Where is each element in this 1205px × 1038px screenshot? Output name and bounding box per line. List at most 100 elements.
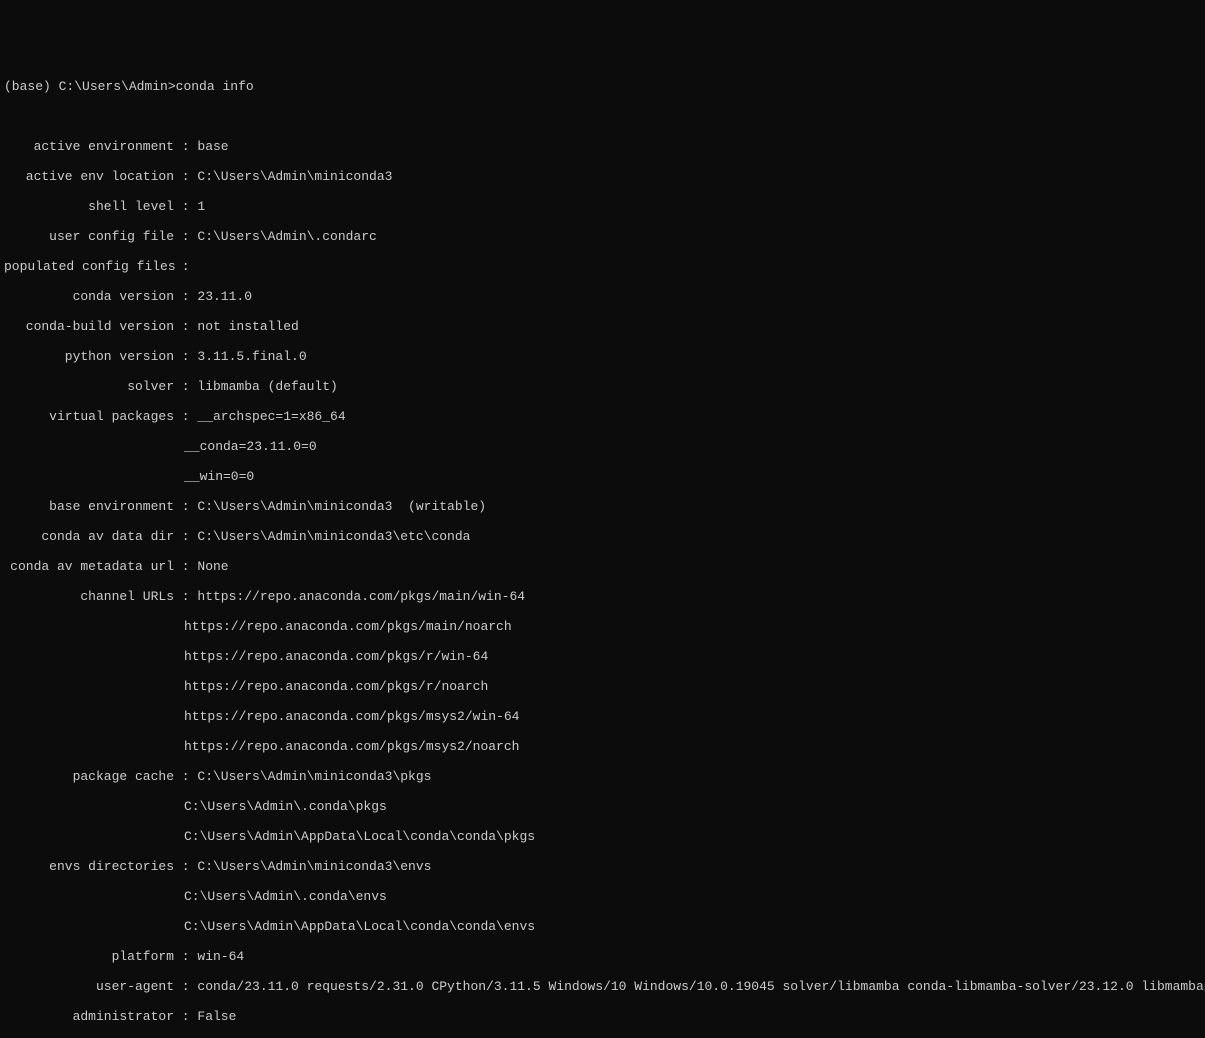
label: package cache: [4, 769, 174, 784]
label: base environment: [4, 499, 174, 514]
label: python version: [4, 349, 174, 364]
row-virtual-packages-cont: __conda=23.11.0=0: [4, 439, 1201, 454]
blank-line: [4, 109, 1201, 124]
label: solver: [4, 379, 174, 394]
separator: :: [174, 529, 197, 544]
value: libmamba (default): [197, 379, 337, 394]
row-active-environment: active environment : base: [4, 139, 1201, 154]
value: https://repo.anaconda.com/pkgs/msys2/win…: [184, 709, 519, 724]
label: channel URLs: [4, 589, 174, 604]
label: user config file: [4, 229, 174, 244]
value: not installed: [197, 319, 298, 334]
separator: :: [174, 769, 197, 784]
separator: :: [174, 349, 197, 364]
value: C:\Users\Admin\miniconda3\envs: [197, 859, 431, 874]
label: conda av metadata url: [4, 559, 174, 574]
separator: :: [174, 979, 197, 994]
label: envs directories: [4, 859, 174, 874]
value: C:\Users\Admin\miniconda3\pkgs: [197, 769, 431, 784]
value: C:\Users\Admin\.conda\envs: [184, 889, 387, 904]
value: C:\Users\Admin\AppData\Local\conda\conda…: [184, 829, 535, 844]
value: C:\Users\Admin\.conda\pkgs: [184, 799, 387, 814]
row-virtual-packages: virtual packages : __archspec=1=x86_64: [4, 409, 1201, 424]
row-shell-level: shell level : 1: [4, 199, 1201, 214]
label: conda-build version: [4, 319, 174, 334]
value: False: [197, 1009, 236, 1024]
value: https://repo.anaconda.com/pkgs/msys2/noa…: [184, 739, 519, 754]
label: conda av data dir: [4, 529, 174, 544]
separator: :: [174, 559, 197, 574]
row-envs-directories-cont: C:\Users\Admin\AppData\Local\conda\conda…: [4, 919, 1201, 934]
separator: :: [174, 949, 197, 964]
label: active env location: [4, 169, 174, 184]
separator: :: [174, 289, 197, 304]
terminal-output[interactable]: (base) C:\Users\Admin>conda info active …: [4, 64, 1201, 1038]
row-user-agent: user-agent : conda/23.11.0 requests/2.31…: [4, 979, 1201, 994]
row-solver: solver : libmamba (default): [4, 379, 1201, 394]
row-base-environment: base environment : C:\Users\Admin\minico…: [4, 499, 1201, 514]
label: virtual packages: [4, 409, 174, 424]
value: C:\Users\Admin\miniconda3: [197, 169, 392, 184]
row-python-version: python version : 3.11.5.final.0: [4, 349, 1201, 364]
prompt-path: C:\Users\Admin>: [59, 79, 176, 94]
row-conda-version: conda version : 23.11.0: [4, 289, 1201, 304]
value: 23.11.0: [197, 289, 252, 304]
value: __win=0=0: [184, 469, 254, 484]
row-package-cache-cont: C:\Users\Admin\AppData\Local\conda\conda…: [4, 829, 1201, 844]
value: __conda=23.11.0=0: [184, 439, 317, 454]
row-envs-directories: envs directories : C:\Users\Admin\minico…: [4, 859, 1201, 874]
row-channel-urls-cont: https://repo.anaconda.com/pkgs/r/win-64: [4, 649, 1201, 664]
row-platform: platform : win-64: [4, 949, 1201, 964]
separator: :: [174, 259, 190, 274]
row-envs-directories-cont: C:\Users\Admin\.conda\envs: [4, 889, 1201, 904]
row-virtual-packages-cont: __win=0=0: [4, 469, 1201, 484]
value: C:\Users\Admin\.condarc: [197, 229, 376, 244]
row-populated-config-files: populated config files :: [4, 259, 1201, 274]
prompt-line: (base) C:\Users\Admin>conda info: [4, 79, 1201, 94]
value: conda/23.11.0 requests/2.31.0 CPython/3.…: [197, 979, 1205, 994]
row-conda-av-data-dir: conda av data dir : C:\Users\Admin\minic…: [4, 529, 1201, 544]
row-package-cache: package cache : C:\Users\Admin\miniconda…: [4, 769, 1201, 784]
prompt-env: (base): [4, 79, 51, 94]
row-conda-av-metadata-url: conda av metadata url : None: [4, 559, 1201, 574]
value: win-64: [197, 949, 244, 964]
value: C:\Users\Admin\miniconda3\etc\conda: [197, 529, 470, 544]
value: None: [197, 559, 228, 574]
label: active environment: [4, 139, 174, 154]
label: populated config files: [4, 259, 174, 274]
value: 3.11.5.final.0: [197, 349, 306, 364]
row-administrator: administrator : False: [4, 1009, 1201, 1024]
row-channel-urls-cont: https://repo.anaconda.com/pkgs/msys2/noa…: [4, 739, 1201, 754]
separator: :: [174, 229, 197, 244]
prompt-command: conda info: [176, 79, 254, 94]
row-active-env-location: active env location : C:\Users\Admin\min…: [4, 169, 1201, 184]
label: administrator: [4, 1009, 174, 1024]
value: C:\Users\Admin\miniconda3 (writable): [197, 499, 486, 514]
value: https://repo.anaconda.com/pkgs/r/win-64: [184, 649, 488, 664]
separator: :: [174, 499, 197, 514]
row-channel-urls-cont: https://repo.anaconda.com/pkgs/r/noarch: [4, 679, 1201, 694]
value: https://repo.anaconda.com/pkgs/main/noar…: [184, 619, 512, 634]
separator: :: [174, 139, 197, 154]
separator: :: [174, 1009, 197, 1024]
row-channel-urls: channel URLs : https://repo.anaconda.com…: [4, 589, 1201, 604]
row-channel-urls-cont: https://repo.anaconda.com/pkgs/msys2/win…: [4, 709, 1201, 724]
separator: :: [174, 379, 197, 394]
row-package-cache-cont: C:\Users\Admin\.conda\pkgs: [4, 799, 1201, 814]
separator: :: [174, 409, 197, 424]
row-channel-urls-cont: https://repo.anaconda.com/pkgs/main/noar…: [4, 619, 1201, 634]
value: 1: [197, 199, 205, 214]
value: base: [197, 139, 228, 154]
label: user-agent: [4, 979, 174, 994]
row-conda-build-version: conda-build version : not installed: [4, 319, 1201, 334]
separator: :: [174, 859, 197, 874]
row-user-config-file: user config file : C:\Users\Admin\.conda…: [4, 229, 1201, 244]
label: conda version: [4, 289, 174, 304]
separator: :: [174, 169, 197, 184]
value: https://repo.anaconda.com/pkgs/r/noarch: [184, 679, 488, 694]
value: C:\Users\Admin\AppData\Local\conda\conda…: [184, 919, 535, 934]
separator: :: [174, 589, 197, 604]
label: platform: [4, 949, 174, 964]
label: shell level: [4, 199, 174, 214]
separator: :: [174, 319, 197, 334]
